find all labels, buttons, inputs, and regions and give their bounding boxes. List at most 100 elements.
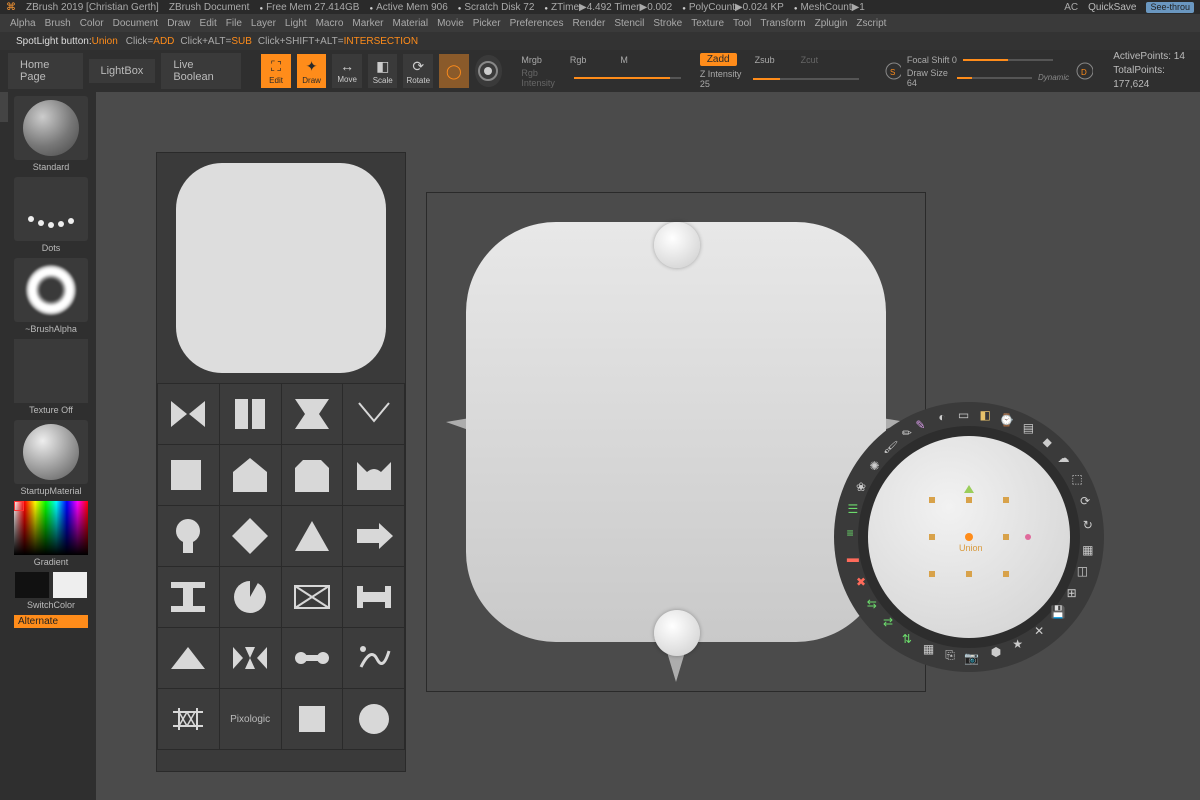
shape-two-bars[interactable] (220, 384, 281, 444)
dial-icon-brush[interactable]: 🖌 (883, 440, 899, 456)
shape-lattice[interactable] (158, 689, 219, 749)
gizmo-x-handle[interactable] (1025, 534, 1031, 540)
dial-icon-15[interactable]: 💾 (1050, 605, 1066, 621)
lightbox-button[interactable]: LightBox (89, 59, 156, 83)
menu-alpha[interactable]: Alpha (10, 18, 36, 29)
menu-picker[interactable]: Picker (473, 18, 501, 29)
sculptris-button[interactable] (475, 55, 503, 87)
shape-arrow-right[interactable] (343, 506, 404, 566)
menu-preferences[interactable]: Preferences (510, 18, 564, 29)
m-button[interactable]: M (620, 55, 628, 65)
menu-brush[interactable]: Brush (45, 18, 71, 29)
color-picker[interactable] (14, 501, 88, 555)
dial-icon-del2[interactable]: ▬ (845, 551, 861, 567)
menu-light[interactable]: Light (285, 18, 307, 29)
shape-hourglass-row[interactable] (220, 628, 281, 688)
gizmo-handle-tl[interactable] (929, 497, 935, 503)
move-mode-button[interactable]: ↔Move (332, 54, 362, 88)
home-page-button[interactable]: Home Page (8, 53, 83, 89)
dial-icon-arrows[interactable]: ⇄ (880, 615, 896, 631)
alternate-button[interactable]: Alternate (14, 615, 88, 628)
menu-render[interactable]: Render (573, 18, 606, 29)
menu-zscript[interactable]: Zscript (856, 18, 886, 29)
shape-chevron-down[interactable] (343, 384, 404, 444)
menu-stencil[interactable]: Stencil (614, 18, 644, 29)
shape-circle[interactable] (343, 689, 404, 749)
gizmo-handle-br[interactable] (1003, 571, 1009, 577)
shape-cross-truss[interactable] (282, 567, 343, 627)
zcut-button[interactable]: Zcut (801, 55, 819, 65)
gizmo-handle-tc[interactable] (966, 497, 972, 503)
zadd-button[interactable]: Zadd (700, 53, 737, 66)
dial-icon-pen[interactable]: ✏ (899, 426, 915, 442)
dial-icon-blob[interactable]: ❀ (853, 480, 869, 496)
spotlight-dial[interactable]: ✎ ◐ ▭ ◧ ⌚ ▤ ◆ ☁ ⬚ ⟳ ↻ ▦ ◫ ⊞ 💾 ✕ ★ ⬢ 📷 ⎘ (834, 402, 1104, 672)
z-intensity-slider[interactable] (753, 78, 859, 80)
dial-icon-7[interactable]: ◆ (1039, 435, 1055, 451)
dial-icon-8[interactable]: ☁ (1056, 451, 1072, 467)
menu-zplugin[interactable]: Zplugin (815, 18, 848, 29)
shape-bulb[interactable] (158, 506, 219, 566)
shape-bowtie-square[interactable] (282, 384, 343, 444)
gizmo-handle-bc[interactable] (966, 571, 972, 577)
shape-h-bar[interactable] (343, 567, 404, 627)
shape-preview[interactable] (176, 163, 386, 373)
dial-icon-16[interactable]: ✕ (1031, 624, 1047, 640)
draw-size-slider[interactable] (957, 77, 1032, 79)
scale-mode-button[interactable]: ◧Scale (368, 54, 398, 88)
shape-ibeam[interactable] (158, 567, 219, 627)
zsub-button[interactable]: Zsub (755, 55, 775, 65)
shape-dumbbell[interactable] (282, 628, 343, 688)
shape-diamond[interactable] (220, 506, 281, 566)
menu-macro[interactable]: Macro (316, 18, 344, 29)
dial-icon-18[interactable]: ⬢ (988, 645, 1004, 661)
dial-icon-copy[interactable]: ⎘ (942, 648, 958, 664)
shape-triangle[interactable] (282, 506, 343, 566)
shape-pixologic[interactable]: Pixologic (220, 689, 281, 749)
dynamic-button[interactable]: Dynamic (1038, 73, 1069, 82)
dial-icon-del1[interactable]: ✖ (853, 575, 869, 591)
switchcolor-button[interactable]: SwitchColor (27, 600, 75, 610)
gizmo-center[interactable] (965, 533, 973, 541)
dial-icon-11[interactable]: ↻ (1080, 518, 1096, 534)
transform-gizmo[interactable]: Union (929, 497, 1009, 577)
shape-pie[interactable] (220, 567, 281, 627)
gizmo-handle-ml[interactable] (929, 534, 935, 540)
focal-shift-slider[interactable] (963, 59, 1053, 61)
dial-icon-camera[interactable]: 📷 (964, 651, 980, 667)
menu-color[interactable]: Color (80, 18, 104, 29)
dial-icon-spray[interactable]: ✺ (867, 459, 883, 475)
mrgb-button[interactable]: Mrgb (521, 55, 542, 65)
gizmo-button[interactable]: ◯ (439, 54, 469, 88)
shape-quarter-round[interactable] (158, 445, 219, 505)
quicksave-button[interactable]: QuickSave (1088, 2, 1136, 13)
dial-icon-sym[interactable]: ⇆ (864, 597, 880, 613)
viewport[interactable]: Pixologic ✎ ◐ ▭ ◧ ⌚ ▤ ◆ (96, 92, 1200, 800)
menu-document[interactable]: Document (113, 18, 159, 29)
dial-icon-5[interactable]: ⌚ (999, 413, 1015, 429)
shape-zbrush-logo[interactable] (343, 628, 404, 688)
dial-icon-12[interactable]: ▦ (1080, 543, 1096, 559)
dial-icon-9[interactable]: ⬚ (1069, 472, 1085, 488)
dial-icon-10[interactable]: ⟳ (1077, 494, 1093, 510)
menu-edit[interactable]: Edit (200, 18, 217, 29)
dial-icon-lines1[interactable]: ≡ (842, 526, 858, 542)
menu-file[interactable]: File (226, 18, 242, 29)
gizmo-handle-mr[interactable] (1003, 534, 1009, 540)
texture-thumb[interactable] (14, 339, 88, 403)
shape-cut-corners[interactable] (282, 445, 343, 505)
dial-icon-3[interactable]: ▭ (956, 408, 972, 424)
dial-icon-6[interactable]: ▤ (1020, 421, 1036, 437)
menu-material[interactable]: Material (393, 18, 429, 29)
rgb-button[interactable]: Rgb (570, 55, 587, 65)
stroke-thumb[interactable] (14, 177, 88, 241)
brush-thumb[interactable] (14, 96, 88, 160)
shape-bowtie[interactable] (158, 384, 219, 444)
gizmo-handle-tr[interactable] (1003, 497, 1009, 503)
draw-mode-button[interactable]: ✦Draw (297, 54, 327, 88)
dial-icon-17[interactable]: ★ (1010, 637, 1026, 653)
edit-mode-button[interactable]: ⛶Edit (261, 54, 291, 88)
menu-stroke[interactable]: Stroke (653, 18, 682, 29)
live-boolean-button[interactable]: Live Boolean (161, 53, 240, 89)
gizmo-handle-bl[interactable] (929, 571, 935, 577)
